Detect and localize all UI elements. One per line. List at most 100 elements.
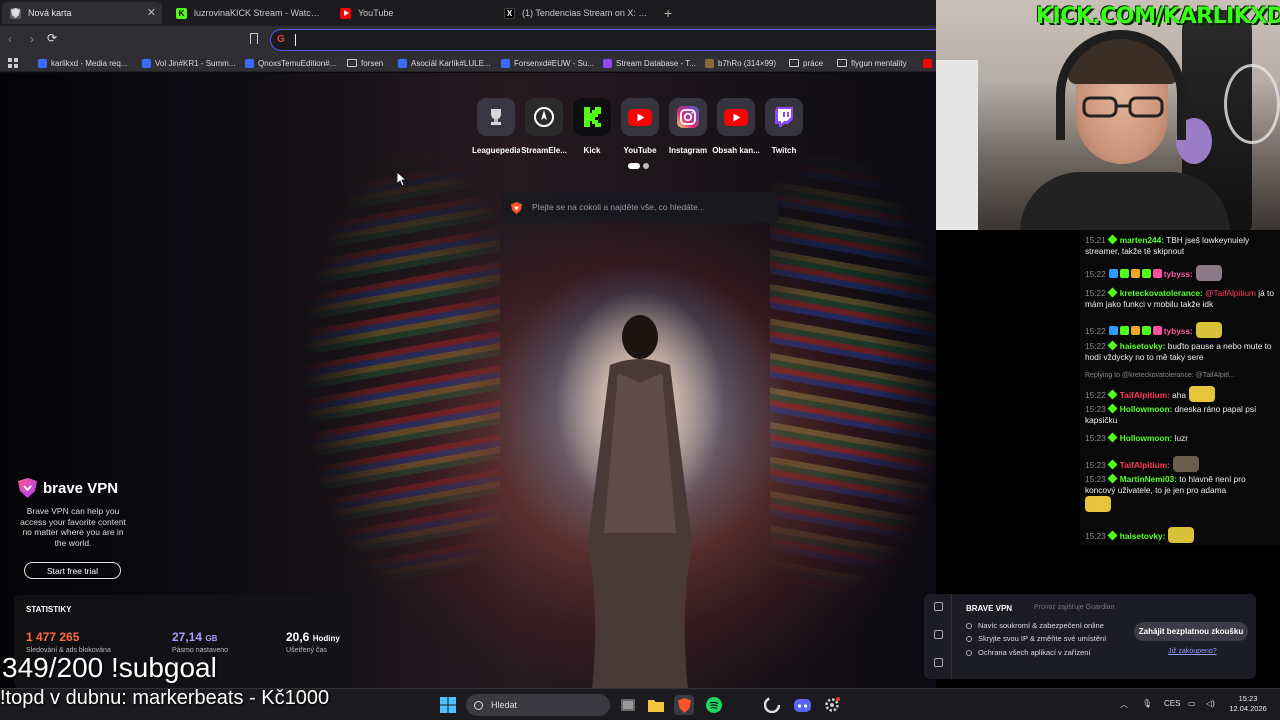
- chat-username[interactable]: Hollowmoon:: [1120, 433, 1173, 443]
- discord-icon[interactable]: [792, 695, 812, 715]
- ntp-search-box[interactable]: Ptejte se na cokoli a najděte vše, co hl…: [502, 192, 778, 223]
- kick-gem-icon: [1107, 403, 1118, 414]
- bookmark-item[interactable]: Asociál Karlík#LULE...: [398, 57, 491, 69]
- tab-new-tab[interactable]: Nová karta ✕: [2, 2, 162, 24]
- shield-icon[interactable]: [934, 602, 943, 611]
- windows-start-icon[interactable]: [438, 695, 458, 715]
- x-icon: X: [504, 7, 515, 19]
- chat-message: 15:23 Hollowmoon: dneska ráno papal psí k…: [1085, 403, 1275, 426]
- brave-shield-icon: [10, 7, 21, 19]
- shortcut-youtube[interactable]: YouTube: [616, 98, 664, 155]
- pager-dot-active[interactable]: [628, 163, 640, 169]
- streamelements-icon: [525, 98, 563, 136]
- volume-icon[interactable]: ◁): [1206, 699, 1215, 708]
- shortcut-instagram[interactable]: Instagram: [664, 98, 712, 155]
- task-view-icon[interactable]: [618, 695, 638, 715]
- bookmark-label: QnoxsTemuEdition#...: [258, 58, 337, 68]
- bookmark-label: flygun mentality: [851, 58, 907, 68]
- chat-username[interactable]: haisetovky:: [1120, 531, 1166, 541]
- tab-kick-stream[interactable]: K luzrovinaKICK Stream - Watch Live on: [168, 2, 328, 24]
- chat-timestamp: 15:23: [1085, 531, 1106, 541]
- shortcut-kick[interactable]: Kick: [568, 98, 616, 155]
- bookmark-item[interactable]: karlikxd - Media req...: [38, 57, 127, 69]
- brand-text: brave VPN: [43, 479, 119, 497]
- chat-username[interactable]: Hollowmoon:: [1120, 404, 1173, 414]
- new-tab-button[interactable]: +: [664, 5, 672, 21]
- bookmark-folder-forsen[interactable]: forsen: [347, 57, 383, 69]
- shortcut-leaguepedia[interactable]: Leaguepedia: [472, 98, 520, 155]
- twitch-icon: [765, 98, 803, 136]
- more-bookmarks-icon[interactable]: [923, 57, 936, 69]
- chat-timestamp: 15:23: [1085, 460, 1106, 470]
- mouse-pointer-icon: [397, 172, 407, 186]
- tab-strip: Nová karta ✕ K luzrovinaKICK Stream - Wa…: [0, 0, 936, 26]
- bookmark-favicon-icon: [501, 58, 510, 68]
- chat-username[interactable]: MartinNemi03:: [1120, 474, 1177, 484]
- taskbar-clock[interactable]: 15:23 12.04.2026: [1226, 694, 1270, 714]
- chat-timestamp: 15:22: [1085, 288, 1106, 298]
- chat-emote-icon: [1085, 496, 1111, 512]
- input-language[interactable]: CES: [1164, 699, 1180, 708]
- pager-dot[interactable]: [643, 163, 649, 169]
- bookmark-favicon-icon: [245, 58, 254, 68]
- alert-icon[interactable]: [934, 630, 943, 639]
- brave-vpn-shield-icon: [18, 478, 37, 498]
- chat-message: 15:23 haisetovky:: [1085, 527, 1275, 543]
- chat-badge-icon: [1130, 269, 1140, 278]
- bookmark-item[interactable]: QnoxsTemuEdition#...: [245, 57, 336, 69]
- file-explorer-icon[interactable]: [646, 695, 666, 715]
- chat-username[interactable]: TaifAlpitium:: [1120, 460, 1170, 470]
- start-free-trial-button[interactable]: Start free trial: [24, 562, 121, 579]
- chat-username[interactable]: tybyss:: [1164, 269, 1193, 279]
- bookmark-page-icon[interactable]: [250, 33, 258, 44]
- bookmark-folder-flygun[interactable]: flygun mentality: [837, 57, 907, 69]
- brave-vpn-promo-card: brave VPN Brave VPN can help you access …: [18, 478, 148, 579]
- instagram-icon: [669, 98, 707, 136]
- vpn-feature: Ochrana všech aplikací v zařízení: [966, 648, 1091, 657]
- youtube-icon: [340, 7, 351, 19]
- forward-arrow-icon[interactable]: ›: [30, 32, 34, 46]
- start-trial-button[interactable]: Zahájit bezplatnou zkoušku: [1134, 622, 1248, 641]
- bookmark-item[interactable]: Forsenxd#EUW - Su...: [501, 57, 594, 69]
- already-purchased-link[interactable]: Již zakoupeno?: [1168, 648, 1217, 655]
- tab-x-tendencias[interactable]: X (1) Tendencias Stream on X: "'Kick' F: [496, 2, 658, 24]
- cam-streamer-body: [1020, 172, 1230, 230]
- toolbar: ‹ › ⟳ G: [0, 26, 936, 54]
- network-icon[interactable]: ▭: [1188, 699, 1196, 708]
- microphone-icon[interactable]: 🎙: [1142, 699, 1152, 708]
- shortcut-twitch[interactable]: Twitch: [760, 98, 808, 155]
- spotify-icon[interactable]: [704, 695, 724, 715]
- chat-badge-icon: [1119, 326, 1129, 335]
- back-arrow-icon[interactable]: ‹: [8, 32, 12, 46]
- bookmark-item[interactable]: b7hRo (314×99): [705, 57, 776, 69]
- reload-icon[interactable]: ⟳: [47, 31, 57, 45]
- chat-message: 15:23 TaifAlpitium:: [1085, 456, 1275, 472]
- close-icon[interactable]: ✕: [147, 6, 156, 19]
- bookmark-item[interactable]: Stream Database - T...: [603, 57, 696, 69]
- tray-chevron-up-icon[interactable]: ︿: [1120, 699, 1128, 710]
- bookmark-folder-prace[interactable]: práce: [789, 57, 823, 69]
- bookmark-item[interactable]: Vol Jin#KR1 - Summ...: [142, 57, 235, 69]
- brave-vpn-brand: brave VPN: [18, 478, 148, 498]
- shortcut-streamelements[interactable]: StreamEle...: [520, 98, 568, 155]
- ccleaner-icon[interactable]: [762, 695, 782, 715]
- chat-username[interactable]: haisetovky:: [1120, 341, 1166, 351]
- chat-mention[interactable]: @TaifAlpitium: [1205, 288, 1256, 298]
- brave-browser-icon[interactable]: [674, 695, 694, 715]
- chat-username[interactable]: marten244:: [1120, 235, 1164, 245]
- card-icon[interactable]: [934, 658, 943, 667]
- taskbar-search[interactable]: Hledat: [466, 694, 610, 716]
- chat-username[interactable]: tybyss:: [1164, 326, 1193, 336]
- chat-badge-icon: [1108, 269, 1118, 278]
- kick-gem-icon: [1107, 530, 1118, 541]
- settings-gear-icon[interactable]: [822, 695, 842, 715]
- chat-username[interactable]: TaifAlpitium:: [1120, 390, 1170, 400]
- folder-icon: [789, 59, 799, 67]
- kick-gem-icon: [1107, 340, 1118, 351]
- address-bar[interactable]: G: [270, 29, 936, 51]
- chat-username[interactable]: kreteckovatolerance:: [1120, 288, 1203, 298]
- apps-grid-icon[interactable]: [8, 57, 18, 69]
- bookmark-favicon-icon: [38, 58, 47, 68]
- shortcut-obsah-kanalu[interactable]: Obsah kan...: [712, 98, 760, 155]
- tab-youtube[interactable]: YouTube: [332, 2, 492, 24]
